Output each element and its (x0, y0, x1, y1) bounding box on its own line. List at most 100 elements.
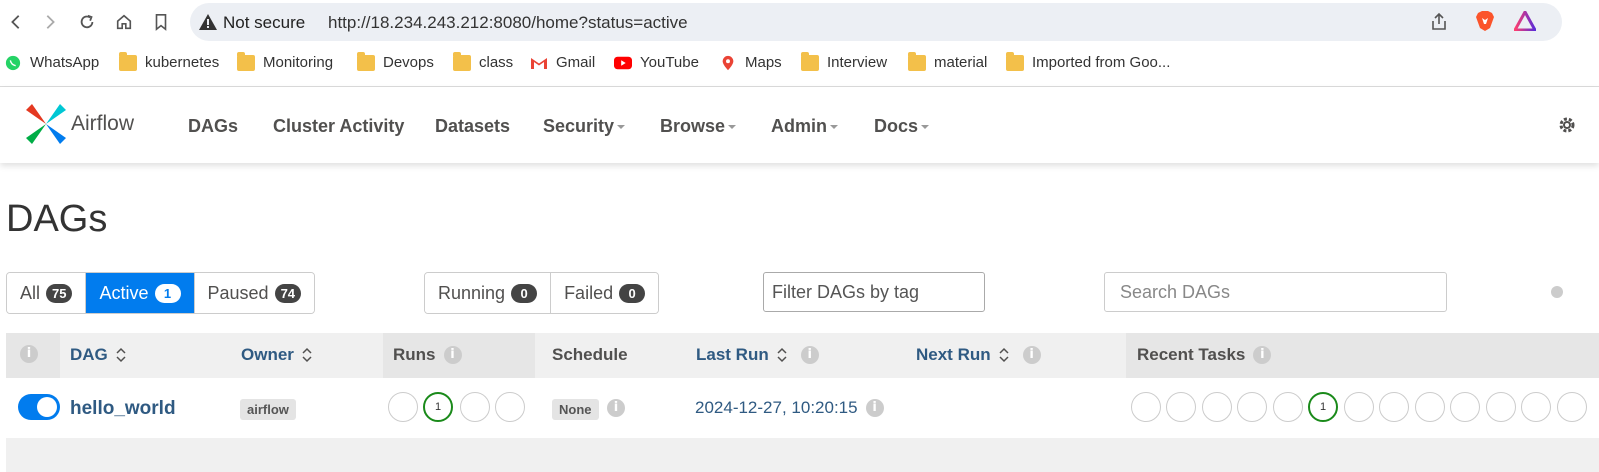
col-dag-label: DAG (70, 345, 108, 364)
bookmark-material[interactable]: material (908, 51, 987, 71)
brave-rewards-icon[interactable] (1514, 11, 1536, 31)
sort-icon[interactable] (116, 346, 126, 364)
count-badge: 0 (619, 283, 646, 303)
run-status-circle[interactable] (460, 392, 490, 422)
tag-filter-input[interactable]: Filter DAGs by tag (763, 272, 985, 312)
address-bar[interactable]: Not secure http://18.234.243.212:8080/ho… (190, 3, 1562, 41)
info-icon[interactable]: i (443, 346, 462, 364)
bookmark-monitoring[interactable]: Monitoring (237, 51, 333, 71)
bookmark-label: class (479, 54, 514, 71)
filter-all-button[interactable]: All 75 (7, 273, 87, 313)
auto-refresh-indicator[interactable] (1551, 286, 1563, 298)
info-icon[interactable]: i (1253, 346, 1272, 364)
forward-icon[interactable] (37, 9, 63, 35)
bookmark-maps[interactable]: Maps (719, 54, 782, 71)
nav-datasets[interactable]: Datasets (435, 116, 510, 137)
youtube-icon (614, 56, 632, 69)
bookmark-youtube[interactable]: YouTube (614, 54, 699, 71)
bookmark-gmail[interactable]: Gmail (530, 54, 595, 71)
bookmark-icon[interactable] (148, 9, 174, 35)
dag-name-link[interactable]: hello_world (70, 398, 176, 420)
nav-browse[interactable]: Browse (660, 116, 737, 137)
folder-icon (237, 51, 255, 71)
last-run-link[interactable]: 2024-12-27, 10:20:15 (695, 398, 858, 418)
col-dag[interactable]: DAG (70, 345, 126, 365)
col-next-run[interactable]: Next Run i (916, 345, 1041, 365)
bookmark-interview[interactable]: Interview (801, 51, 887, 71)
info-icon[interactable]: i (1022, 346, 1041, 364)
task-status-circle[interactable] (1273, 392, 1303, 422)
nav-dags[interactable]: DAGs (188, 116, 238, 137)
sort-icon[interactable] (999, 346, 1009, 364)
task-status-circle[interactable] (1486, 392, 1516, 422)
col-runs-label: Runs (393, 345, 436, 364)
filter-failed-button[interactable]: Failed 0 (551, 273, 659, 313)
task-status-circle[interactable] (1237, 392, 1267, 422)
reload-icon[interactable] (74, 9, 100, 35)
filter-running-button[interactable]: Running 0 (425, 273, 552, 313)
nav-docs[interactable]: Docs (874, 116, 930, 137)
bookmark-class[interactable]: class (453, 51, 514, 71)
task-status-circle-success[interactable]: 1 (1308, 392, 1338, 422)
col-owner[interactable]: Owner (241, 345, 312, 365)
bookmark-devops[interactable]: Devops (357, 51, 434, 71)
brave-shield-icon[interactable] (1475, 10, 1495, 32)
nav-admin[interactable]: Admin (771, 116, 838, 137)
task-status-circle[interactable] (1166, 392, 1196, 422)
folder-icon (1006, 51, 1024, 71)
chevron-down-icon (617, 125, 626, 130)
home-icon[interactable] (111, 9, 137, 35)
task-status-circle[interactable] (1379, 392, 1409, 422)
run-status-circle-success[interactable]: 1 (423, 392, 453, 422)
search-dags-input[interactable]: Search DAGs (1104, 272, 1447, 312)
sort-icon[interactable] (777, 346, 787, 364)
run-status-circle[interactable] (388, 392, 418, 422)
bookmark-kubernetes[interactable]: kubernetes (119, 51, 220, 71)
filter-active-button[interactable]: Active 1 (86, 273, 195, 313)
filter-paused-button[interactable]: Paused 74 (194, 273, 315, 313)
task-status-circle[interactable] (1415, 392, 1445, 422)
nav-cluster-activity[interactable]: Cluster Activity (273, 116, 404, 137)
bookmark-label: Maps (745, 54, 782, 71)
task-status-circle[interactable] (1521, 392, 1551, 422)
sort-icon[interactable] (302, 346, 312, 364)
col-last-run[interactable]: Last Run i (696, 345, 819, 365)
col-schedule-label: Schedule (552, 345, 628, 364)
share-icon[interactable] (1429, 12, 1449, 32)
bookmark-label: YouTube (640, 54, 699, 71)
task-status-circle[interactable] (1131, 392, 1161, 422)
security-label[interactable]: Not secure (223, 13, 305, 33)
airflow-logo-icon[interactable] (22, 100, 70, 148)
filter-label: Running (438, 282, 506, 303)
nav-security-label: Security (543, 116, 615, 136)
nav-docs-label: Docs (874, 116, 919, 136)
task-status-circle[interactable] (1202, 392, 1232, 422)
filter-label: Failed (564, 282, 614, 303)
task-status-circle[interactable] (1450, 392, 1480, 422)
info-icon[interactable]: i (800, 346, 819, 364)
url-text[interactable]: http://18.234.243.212:8080/home?status=a… (328, 13, 688, 33)
folder-icon (908, 51, 926, 71)
filter-label: All (20, 282, 41, 303)
task-status-circle[interactable] (1344, 392, 1374, 422)
info-icon[interactable]: i (20, 345, 38, 363)
col-recent-tasks-label: Recent Tasks (1137, 345, 1246, 364)
info-icon[interactable]: i (607, 399, 625, 417)
task-status-circle[interactable] (1557, 392, 1587, 422)
bookmark-whatsapp[interactable]: WhatsApp (4, 54, 99, 71)
bookmarks-bar: WhatsApp kubernetes Monitoring Devops cl… (0, 44, 1599, 87)
bookmark-label: kubernetes (145, 54, 220, 71)
nav-security[interactable]: Security (543, 116, 626, 137)
back-icon[interactable] (3, 9, 29, 35)
bookmark-imported[interactable]: Imported from Goo... (1006, 51, 1170, 71)
bookmark-label: Devops (383, 54, 434, 71)
last-run[interactable]: 2024-12-27, 10:20:15 i (695, 398, 884, 418)
dag-pause-toggle[interactable] (18, 394, 60, 420)
warning-icon[interactable] (198, 12, 218, 32)
brand-name[interactable]: Airflow (71, 112, 134, 136)
owner-tag[interactable]: airflow (240, 399, 296, 420)
info-icon[interactable]: i (865, 399, 884, 417)
gear-icon[interactable] (1556, 114, 1578, 136)
run-status-circle[interactable] (495, 392, 525, 422)
nav-admin-label: Admin (771, 116, 827, 136)
